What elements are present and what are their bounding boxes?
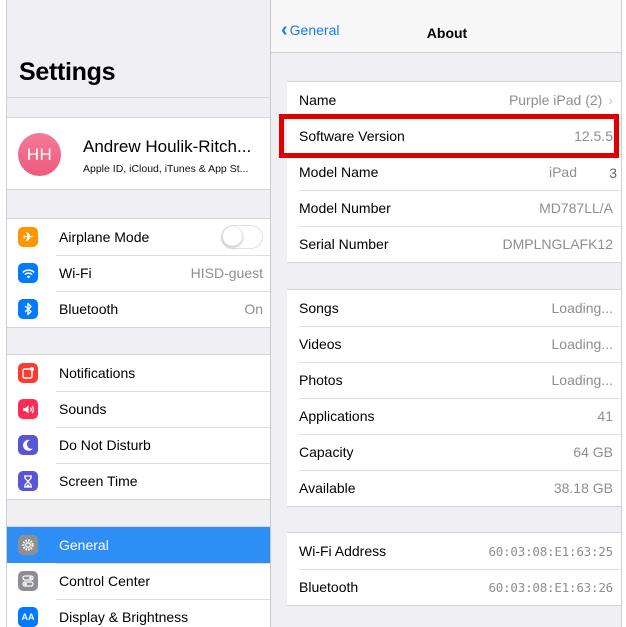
sidebar-item-airplane-mode[interactable]: ✈ Airplane Mode [7, 219, 270, 255]
sidebar-item-screen-time[interactable]: Screen Time [7, 463, 270, 499]
annotation-marker: 3 [609, 165, 617, 181]
sidebar-item-label: Wi-Fi [59, 265, 92, 281]
applications-row: Applications 41 [287, 398, 621, 434]
sidebar-item-label: Screen Time [59, 473, 138, 489]
control-center-icon [18, 571, 38, 591]
serial-number-row: Serial Number DMPLNGLAFK12 [287, 226, 621, 262]
sidebar-item-wifi[interactable]: Wi-Fi HISD-guest [7, 255, 270, 291]
model-name-row: Model Name iPad 3 [287, 154, 621, 190]
row-label: Software Version [299, 128, 405, 144]
wifi-address-row: Wi-Fi Address 60:03:08:E1:63:25 [287, 533, 621, 569]
sidebar-item-label: Do Not Disturb [59, 437, 151, 453]
bluetooth-status-value: On [244, 301, 263, 317]
row-label: Photos [299, 372, 343, 388]
row-label: Name [299, 92, 337, 108]
sidebar-item-sounds[interactable]: Sounds [7, 391, 270, 427]
sidebar-item-general[interactable]: General [7, 527, 270, 563]
sidebar-item-bluetooth[interactable]: Bluetooth On [7, 291, 270, 327]
profile-subtitle: Apple ID, iCloud, iTunes & App St... [83, 163, 249, 175]
profile-name: Andrew Houlik-Ritch... [83, 137, 252, 156]
wifi-icon [18, 263, 38, 283]
page-title: About [426, 25, 468, 41]
apple-id-profile[interactable]: HH Andrew Houlik-Ritch... Apple ID, iClo… [7, 117, 270, 190]
connectivity-group: ✈ Airplane Mode Wi-Fi HISD-guest Bluetoo… [7, 218, 270, 328]
display-icon: AA [18, 607, 38, 627]
sidebar-item-control-center[interactable]: Control Center [7, 563, 270, 599]
capacity-row: Capacity 64 GB [287, 434, 621, 470]
device-info-group: Name Purple iPad (2) › Software Version 1… [287, 81, 621, 263]
videos-row: Videos Loading... [287, 326, 621, 362]
settings-sidebar: Settings HH Andrew Houlik-Ritch... Apple… [7, 0, 271, 627]
airplane-mode-toggle[interactable] [221, 225, 263, 249]
songs-value: Loading... [551, 300, 614, 316]
applications-value: 41 [597, 408, 613, 424]
moon-icon [18, 435, 38, 455]
about-panel: ‹ General About Name Purple iPad (2) › So… [271, 0, 621, 627]
sidebar-item-label: Display & Brightness [59, 609, 189, 625]
photos-row: Photos Loading... [287, 362, 621, 398]
navigation-bar: ‹ General About [271, 0, 621, 53]
row-value: Purple iPad (2) › [509, 92, 613, 108]
available-value: 38.18 GB [553, 480, 613, 496]
sidebar-title: Settings [19, 58, 116, 86]
songs-row: Songs Loading... [287, 290, 621, 326]
row-label: Model Number [299, 200, 391, 216]
sidebar-item-label: Bluetooth [59, 301, 119, 317]
device-name-value: Purple iPad (2) [508, 92, 603, 108]
model-name-value: iPad [548, 164, 577, 180]
serial-number-value: DMPLNGLAFK12 [502, 236, 613, 252]
avatar: HH [18, 133, 61, 176]
model-number-row: Model Number MD787LL/A [287, 190, 621, 226]
software-version-row[interactable]: Software Version 12.5.5 [287, 118, 621, 154]
sidebar-item-label: Airplane Mode [59, 229, 150, 245]
row-label: Capacity [299, 444, 354, 460]
row-label: Applications [299, 408, 375, 424]
row-label: Bluetooth [299, 579, 359, 595]
row-label: Serial Number [299, 236, 389, 252]
wifi-network-value: HISD-guest [190, 265, 263, 281]
sidebar-item-label: Notifications [59, 365, 136, 381]
settings-window: Settings HH Andrew Houlik-Ritch... Apple… [6, 0, 622, 627]
sounds-icon [18, 399, 38, 419]
bluetooth-address-row: Bluetooth 60:03:08:E1:63:26 [287, 569, 621, 605]
toggle-knob [223, 227, 242, 246]
model-number-value: MD787LL/A [539, 200, 613, 216]
photos-value: Loading... [551, 372, 614, 388]
row-label: Songs [299, 300, 339, 316]
software-version-value: 12.5.5 [574, 128, 613, 144]
sidebar-item-label: Control Center [59, 573, 151, 589]
notifications-group: Notifications Sounds Do Not Disturb Scre… [7, 354, 270, 500]
notifications-icon [18, 363, 38, 383]
media-stats-group: Songs Loading... Videos Loading... Photo… [287, 289, 621, 507]
available-row: Available 38.18 GB [287, 470, 621, 506]
sidebar-item-label: Sounds [59, 401, 107, 417]
sidebar-item-display-brightness[interactable]: AA Display & Brightness [7, 599, 270, 627]
gear-icon [18, 535, 38, 555]
name-row[interactable]: Name Purple iPad (2) › [287, 82, 621, 118]
hourglass-icon [18, 471, 38, 491]
bluetooth-icon [18, 299, 38, 319]
divider [7, 97, 270, 98]
videos-value: Loading... [551, 336, 614, 352]
capacity-value: 64 GB [573, 444, 613, 460]
bluetooth-address-value: 60:03:08:E1:63:26 [488, 579, 613, 595]
chevron-right-icon: › [608, 92, 613, 108]
sidebar-item-do-not-disturb[interactable]: Do Not Disturb [7, 427, 270, 463]
network-group: Wi-Fi Address 60:03:08:E1:63:25 Bluetoot… [287, 532, 621, 606]
wifi-address-value: 60:03:08:E1:63:25 [488, 543, 613, 559]
airplane-icon: ✈ [18, 227, 38, 247]
sidebar-item-label: General [59, 537, 109, 553]
row-label: Model Name [299, 164, 379, 180]
row-label: Available [299, 480, 356, 496]
general-group: General Control Center AA Display & Brig… [7, 526, 270, 627]
row-label: Videos [299, 336, 342, 352]
row-label: Wi-Fi Address [299, 543, 387, 559]
sidebar-item-notifications[interactable]: Notifications [7, 355, 270, 391]
